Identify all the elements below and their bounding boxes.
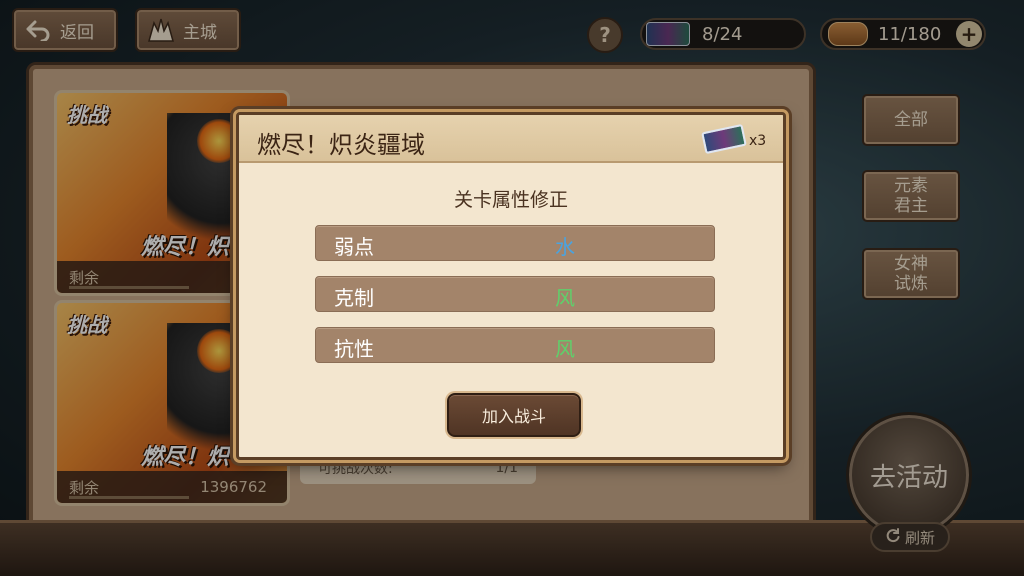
dialog-title: 燃尽！炽炎疆域	[257, 131, 425, 159]
ticket-icon	[701, 123, 747, 155]
ticket-count: x3	[749, 133, 767, 149]
attribute-value: 水	[555, 235, 575, 259]
dialog-header: 燃尽！炽炎疆域 x3	[239, 115, 783, 163]
section-title: 关卡属性修正	[453, 189, 568, 211]
attribute-row: 弱点 水	[315, 225, 715, 261]
attribute-row: 抗性 风	[315, 327, 715, 363]
attribute-row: 克制 风	[315, 276, 715, 312]
stage-info-dialog: 燃尽！炽炎疆域 x3 关卡属性修正 弱点 水 克制 风 抗性 风 加入战斗	[236, 112, 786, 460]
join-label: 加入战斗	[481, 407, 546, 426]
join-battle-button[interactable]: 加入战斗	[447, 393, 581, 437]
attribute-value: 风	[555, 286, 575, 310]
attribute-value: 风	[555, 337, 575, 361]
